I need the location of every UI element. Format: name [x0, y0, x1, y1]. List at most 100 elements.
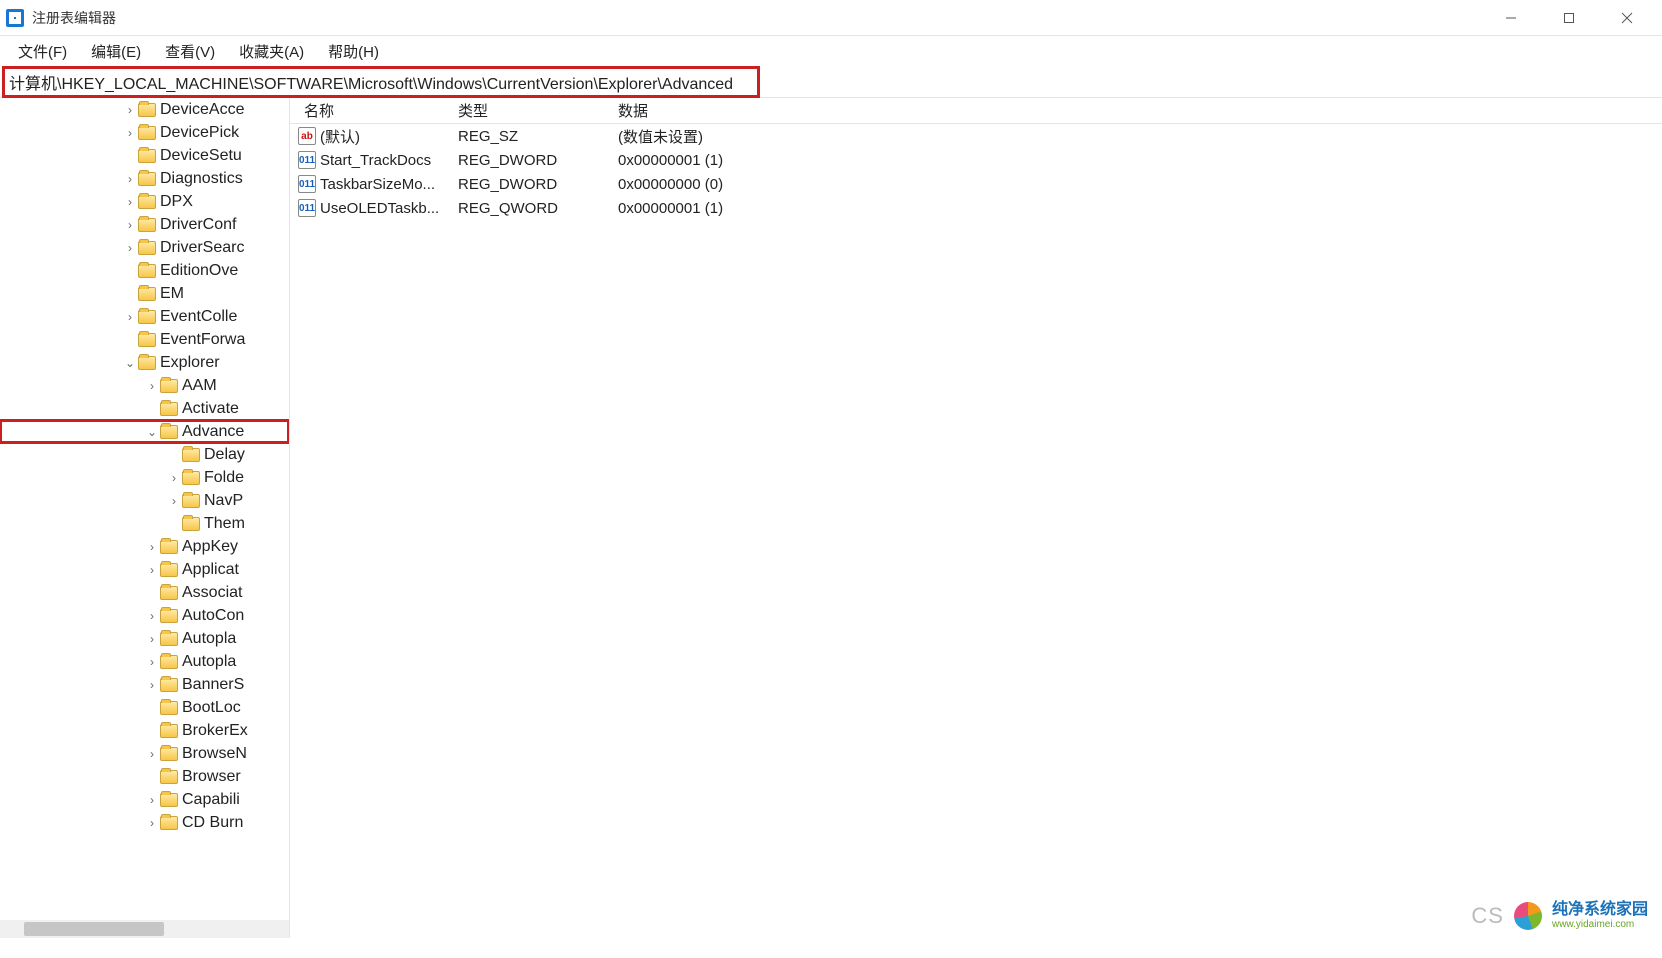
list-header: 名称 类型 数据	[290, 98, 1662, 124]
folder-icon	[160, 747, 178, 761]
tree-item[interactable]: EventForwa	[0, 328, 289, 351]
tree-item[interactable]: ›EventColle	[0, 305, 289, 328]
tree-h-scrollbar[interactable]	[0, 920, 289, 938]
menu-file[interactable]: 文件(F)	[8, 38, 77, 65]
folder-icon	[138, 310, 156, 324]
tree-item[interactable]: ›DeviceAcce	[0, 98, 289, 121]
watermark-zh: 纯净系统家园	[1552, 901, 1648, 919]
tree-item[interactable]: ›Folde	[0, 466, 289, 489]
chevron-right-icon[interactable]: ›	[144, 793, 160, 807]
chevron-right-icon[interactable]: ›	[122, 218, 138, 232]
tree-item[interactable]: BootLoc	[0, 696, 289, 719]
chevron-right-icon[interactable]: ›	[144, 609, 160, 623]
tree-item[interactable]: ›DPX	[0, 190, 289, 213]
tree-item[interactable]: ›CD Burn	[0, 811, 289, 834]
folder-icon	[138, 264, 156, 278]
tree-item[interactable]: Activate	[0, 397, 289, 420]
chevron-right-icon[interactable]: ›	[122, 241, 138, 255]
address-input[interactable]: 计算机\HKEY_LOCAL_MACHINE\SOFTWARE\Microsof…	[5, 69, 757, 95]
tree-item-label: Capabili	[182, 791, 240, 809]
chevron-right-icon[interactable]: ›	[122, 126, 138, 140]
chevron-right-icon[interactable]: ›	[122, 172, 138, 186]
minimize-button[interactable]	[1482, 0, 1540, 36]
tree-item[interactable]: ›BrowseN	[0, 742, 289, 765]
list-row[interactable]: ab(默认)REG_SZ(数值未设置)	[290, 124, 1662, 148]
tree-pane[interactable]: ›DeviceAcce›DevicePickDeviceSetu›Diagnos…	[0, 98, 290, 938]
folder-icon	[138, 103, 156, 117]
chevron-right-icon[interactable]: ›	[144, 816, 160, 830]
tree-item[interactable]: ›BannerS	[0, 673, 289, 696]
tree-item[interactable]: ›AppKey	[0, 535, 289, 558]
chevron-right-icon[interactable]: ›	[144, 379, 160, 393]
tree-item[interactable]: ›DevicePick	[0, 121, 289, 144]
titlebar: 注册表编辑器	[0, 0, 1662, 36]
chevron-down-icon[interactable]: ⌄	[122, 356, 138, 370]
maximize-button[interactable]	[1540, 0, 1598, 36]
menu-help[interactable]: 帮助(H)	[318, 38, 389, 65]
chevron-right-icon[interactable]: ›	[144, 563, 160, 577]
reg-sz-icon: ab	[298, 127, 316, 145]
folder-icon	[160, 609, 178, 623]
menu-edit[interactable]: 编辑(E)	[81, 38, 151, 65]
tree-item[interactable]: › Autopla	[0, 650, 289, 673]
col-header-data[interactable]: 数据	[610, 100, 1662, 121]
tree-h-scroll-thumb[interactable]	[24, 922, 164, 936]
chevron-right-icon[interactable]: ›	[144, 678, 160, 692]
tree-item[interactable]: ›AutoCon	[0, 604, 289, 627]
menu-favorites[interactable]: 收藏夹(A)	[229, 38, 314, 65]
menu-view[interactable]: 查看(V)	[155, 38, 225, 65]
list-row[interactable]: 011TaskbarSizeMo...REG_DWORD0x00000000 (…	[290, 172, 1662, 196]
chevron-right-icon[interactable]: ›	[166, 471, 182, 485]
tree-item-label: EditionOve	[160, 262, 238, 280]
chevron-right-icon[interactable]: ›	[122, 310, 138, 324]
folder-icon	[138, 172, 156, 186]
tree-item[interactable]: Associat	[0, 581, 289, 604]
tree-item[interactable]: EM	[0, 282, 289, 305]
tree-item[interactable]: Browser	[0, 765, 289, 788]
folder-icon	[160, 724, 178, 738]
menubar: 文件(F) 编辑(E) 查看(V) 收藏夹(A) 帮助(H)	[0, 36, 1662, 66]
tree-item[interactable]: › AAM	[0, 374, 289, 397]
tree-item[interactable]: Them	[0, 512, 289, 535]
list-row[interactable]: 011UseOLEDTaskb...REG_QWORD0x00000001 (1…	[290, 196, 1662, 220]
value-name: UseOLEDTaskb...	[320, 200, 439, 217]
tree-item[interactable]: ›Applicat	[0, 558, 289, 581]
value-type: REG_SZ	[450, 128, 610, 145]
list-row[interactable]: 011Start_TrackDocsREG_DWORD0x00000001 (1…	[290, 148, 1662, 172]
close-button[interactable]	[1598, 0, 1656, 36]
folder-icon	[160, 655, 178, 669]
tree-item[interactable]: DeviceSetu	[0, 144, 289, 167]
folder-icon	[138, 241, 156, 255]
tree-item[interactable]: ›Diagnostics	[0, 167, 289, 190]
tree-item-label: AAM	[182, 377, 217, 395]
tree-item[interactable]: › Capabili	[0, 788, 289, 811]
folder-icon	[138, 126, 156, 140]
tree-item[interactable]: EditionOve	[0, 259, 289, 282]
chevron-right-icon[interactable]: ›	[166, 494, 182, 508]
list-pane[interactable]: 名称 类型 数据 ab(默认)REG_SZ(数值未设置)011Start_Tra…	[290, 98, 1662, 938]
col-header-type[interactable]: 类型	[450, 100, 610, 121]
tree-item[interactable]: ⌄Advance	[0, 420, 289, 443]
address-input-extend[interactable]	[762, 66, 1662, 98]
tree-item[interactable]: ›DriverSearc	[0, 236, 289, 259]
chevron-right-icon[interactable]: ›	[122, 195, 138, 209]
tree-item[interactable]: BrokerEx	[0, 719, 289, 742]
chevron-right-icon[interactable]: ›	[122, 103, 138, 117]
tree-item[interactable]: Delay	[0, 443, 289, 466]
value-data: (数值未设置)	[610, 126, 1662, 147]
chevron-right-icon[interactable]: ›	[144, 747, 160, 761]
tree-item[interactable]: ›NavP	[0, 489, 289, 512]
tree-item-label: Autopla	[182, 653, 236, 671]
tree-item[interactable]: › DriverConf	[0, 213, 289, 236]
reg-binary-icon: 011	[298, 175, 316, 193]
chevron-right-icon[interactable]: ›	[144, 540, 160, 554]
folder-icon	[160, 540, 178, 554]
folder-icon	[160, 379, 178, 393]
tree-item-label: DriverConf	[160, 216, 236, 234]
tree-item[interactable]: ⌄Explorer	[0, 351, 289, 374]
tree-item[interactable]: ›Autopla	[0, 627, 289, 650]
chevron-right-icon[interactable]: ›	[144, 632, 160, 646]
chevron-right-icon[interactable]: ›	[144, 655, 160, 669]
chevron-down-icon[interactable]: ⌄	[144, 425, 160, 439]
col-header-name[interactable]: 名称	[290, 100, 450, 121]
